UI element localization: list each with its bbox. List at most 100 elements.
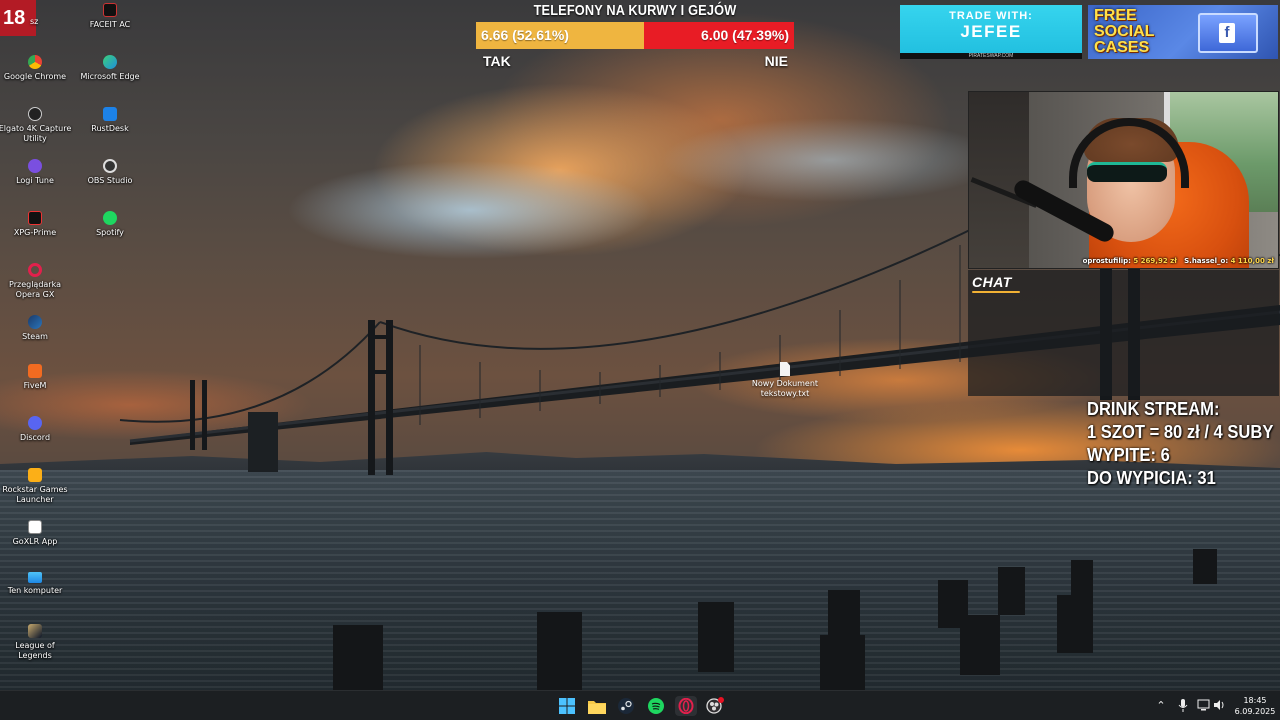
desktop-icon-label: Spotify — [96, 228, 124, 237]
obs-icon — [103, 159, 117, 173]
taskbar-obs[interactable] — [704, 696, 726, 716]
drink-stream-title: DRINK STREAM: — [1087, 399, 1220, 419]
league-icon — [28, 624, 42, 638]
desktop-file-label: Nowy Dokument tekstowy.txt — [751, 379, 819, 398]
desktop-icon-label: Elgato 4K Capture Utility — [0, 124, 72, 143]
edge-icon — [103, 55, 117, 69]
webcam-feed: oprostufilip: 5 269,92 zł S.hassel_o: 4 … — [968, 91, 1279, 269]
desktop-icon-edge[interactable]: Microsoft Edge — [73, 55, 147, 82]
desktop-icon-label: Rockstar Games Launcher — [2, 485, 68, 504]
desktop-icon-label: Steam — [22, 332, 48, 341]
stream-poll: TELEFONY NA KURWY I GEJÓW 6.66 (52.61%) … — [476, 0, 794, 69]
desktop-icon-label: FiveM — [23, 381, 47, 390]
taskbar-steam[interactable] — [615, 696, 637, 716]
desktop-icon-obs[interactable]: OBS Studio — [73, 159, 147, 186]
desktop-icon-steam[interactable]: Steam — [0, 315, 72, 342]
desktop-icon-rockstar[interactable]: Rockstar Games Launcher — [0, 468, 72, 505]
chrome-icon — [28, 55, 42, 69]
poll-yes-label: TAK — [483, 53, 511, 69]
sponsor-banner-cases: FREE SOCIAL CASES f — [1088, 5, 1278, 59]
desktop-icon-label: Logi Tune — [16, 176, 54, 185]
taskbar-clock[interactable]: 18:45 6.09.2025 — [1232, 695, 1278, 717]
desktop-icon-goxlr[interactable]: GoXLR App — [0, 520, 72, 547]
taskbar-file-explorer[interactable] — [586, 696, 608, 716]
tray-volume-icon[interactable] — [1212, 699, 1226, 713]
steam-icon — [28, 315, 42, 329]
faceit-icon — [103, 3, 117, 17]
trade-banner-line3: PIRATESWAP.COM — [968, 53, 1014, 59]
age-rating-text: 18 — [3, 7, 26, 29]
chat-title: CHAT — [972, 274, 1012, 290]
fivem-icon — [28, 364, 42, 378]
badge-icon-label: sz — [30, 17, 39, 26]
desktop-icon-label: RustDesk — [91, 124, 129, 133]
poll-no-value: 6.00 (47.39%) — [701, 27, 789, 43]
trade-banner-line2: JEFEE — [960, 22, 1022, 41]
donor2-name: S.hassel_o: — [1184, 257, 1229, 265]
donor2-amount: 4 110,00 zł — [1230, 257, 1274, 265]
rockstar-icon — [28, 468, 42, 482]
desktop-icon-chrome[interactable]: Google Chrome — [0, 55, 72, 82]
desktop-icon-label: XPG-Prime — [13, 228, 57, 237]
desktop-icon-this-pc[interactable]: Ten komputer — [0, 572, 72, 596]
desktop-icon-label: GoXLR App — [12, 537, 58, 546]
desktop-icon-label: Discord — [19, 433, 51, 442]
steam-icon — [618, 698, 634, 714]
text-file-icon — [780, 362, 790, 376]
obs-icon — [706, 697, 724, 714]
tray-microphone-icon[interactable] — [1176, 699, 1190, 713]
goxlr-icon — [28, 520, 42, 534]
desktop-icon-faceit[interactable]: FACEIT AC — [73, 3, 147, 30]
desktop-icon-spotify[interactable]: Spotify — [73, 211, 147, 238]
desktop-icon-label: Przeglądarka Opera GX — [9, 280, 61, 299]
folder-icon — [588, 700, 606, 714]
poll-bar: 6.66 (52.61%) 6.00 (47.39%) — [476, 22, 794, 49]
poll-options: TAK NIE — [476, 49, 794, 69]
chat-title-underline — [972, 291, 1020, 293]
desktop-icon-fivem[interactable]: FiveM — [0, 364, 72, 391]
taskbar-spotify[interactable] — [645, 696, 667, 716]
desktop-icon-label: FACEIT AC — [89, 20, 131, 29]
desktop-icon-logi-tune[interactable]: Logi Tune — [0, 159, 72, 186]
desktop-icon-label: OBS Studio — [87, 176, 133, 185]
drink-stream-price: 1 SZOT = 80 zł / 4 SUBY — [1087, 422, 1274, 442]
cases-banner-text: FREE SOCIAL CASES — [1094, 7, 1155, 56]
chat-panel: CHAT — [968, 270, 1279, 396]
clock-date: 6.09.2025 — [1234, 707, 1276, 716]
spotify-icon — [103, 211, 117, 225]
tray-chevron-up-icon[interactable]: ⌃ — [1154, 699, 1168, 713]
poll-no-bar: 6.00 (47.39%) — [644, 22, 794, 49]
drink-stream-info: DRINK STREAM: 1 SZOT = 80 zł / 4 SUBY WY… — [1087, 398, 1273, 490]
drink-stream-drunk: WYPITE: 6 — [1087, 445, 1170, 465]
desktop-icon-elgato[interactable]: Elgato 4K Capture Utility — [0, 107, 72, 144]
webcam-sunglasses — [1087, 162, 1167, 182]
clock-time: 18:45 — [1243, 696, 1267, 705]
desktop-icon-xpg[interactable]: XPG-Prime — [0, 211, 72, 238]
elgato-icon — [28, 107, 42, 121]
taskbar-opera-gx[interactable] — [675, 696, 697, 716]
donor1-amount: 5 269,92 zł — [1133, 257, 1177, 265]
desktop-file-text-document[interactable]: Nowy Dokument tekstowy.txt — [746, 362, 824, 399]
xpg-icon — [28, 211, 42, 225]
drink-stream-remaining: DO WYPICIA: 31 — [1087, 468, 1216, 488]
top-donations: oprostufilip: 5 269,92 zł S.hassel_o: 4 … — [1083, 257, 1274, 265]
logi-tune-icon — [28, 159, 42, 173]
desktop-icon-opera-gx[interactable]: Przeglądarka Opera GX — [0, 263, 72, 300]
desktop-icon-discord[interactable]: Discord — [0, 416, 72, 443]
donor1-name: oprostufilip: — [1082, 257, 1131, 265]
taskbar: ⌃ 18:45 6.09.2025 — [0, 690, 1280, 720]
poll-no-label: NIE — [764, 53, 788, 69]
poll-yes-value: 6.66 (52.61%) — [481, 27, 569, 43]
desktop-icon-label: Microsoft Edge — [80, 72, 140, 81]
trade-banner-line1: TRADE WITH: — [949, 10, 1033, 22]
taskbar-start-button[interactable] — [556, 696, 578, 716]
poll-yes-bar: 6.66 (52.61%) — [476, 22, 644, 49]
desktop-icon-label: Ten komputer — [7, 586, 63, 595]
desktop-icon-label: League of Legends — [15, 641, 55, 660]
desktop-icon-league[interactable]: League of Legends — [0, 624, 72, 661]
windows-start-icon — [559, 698, 575, 714]
desktop-icon-rustdesk[interactable]: RustDesk — [73, 107, 147, 134]
discord-icon — [28, 416, 42, 430]
tray-network-icon[interactable] — [1196, 699, 1210, 713]
desktop-icon-label: Google Chrome — [3, 72, 67, 81]
